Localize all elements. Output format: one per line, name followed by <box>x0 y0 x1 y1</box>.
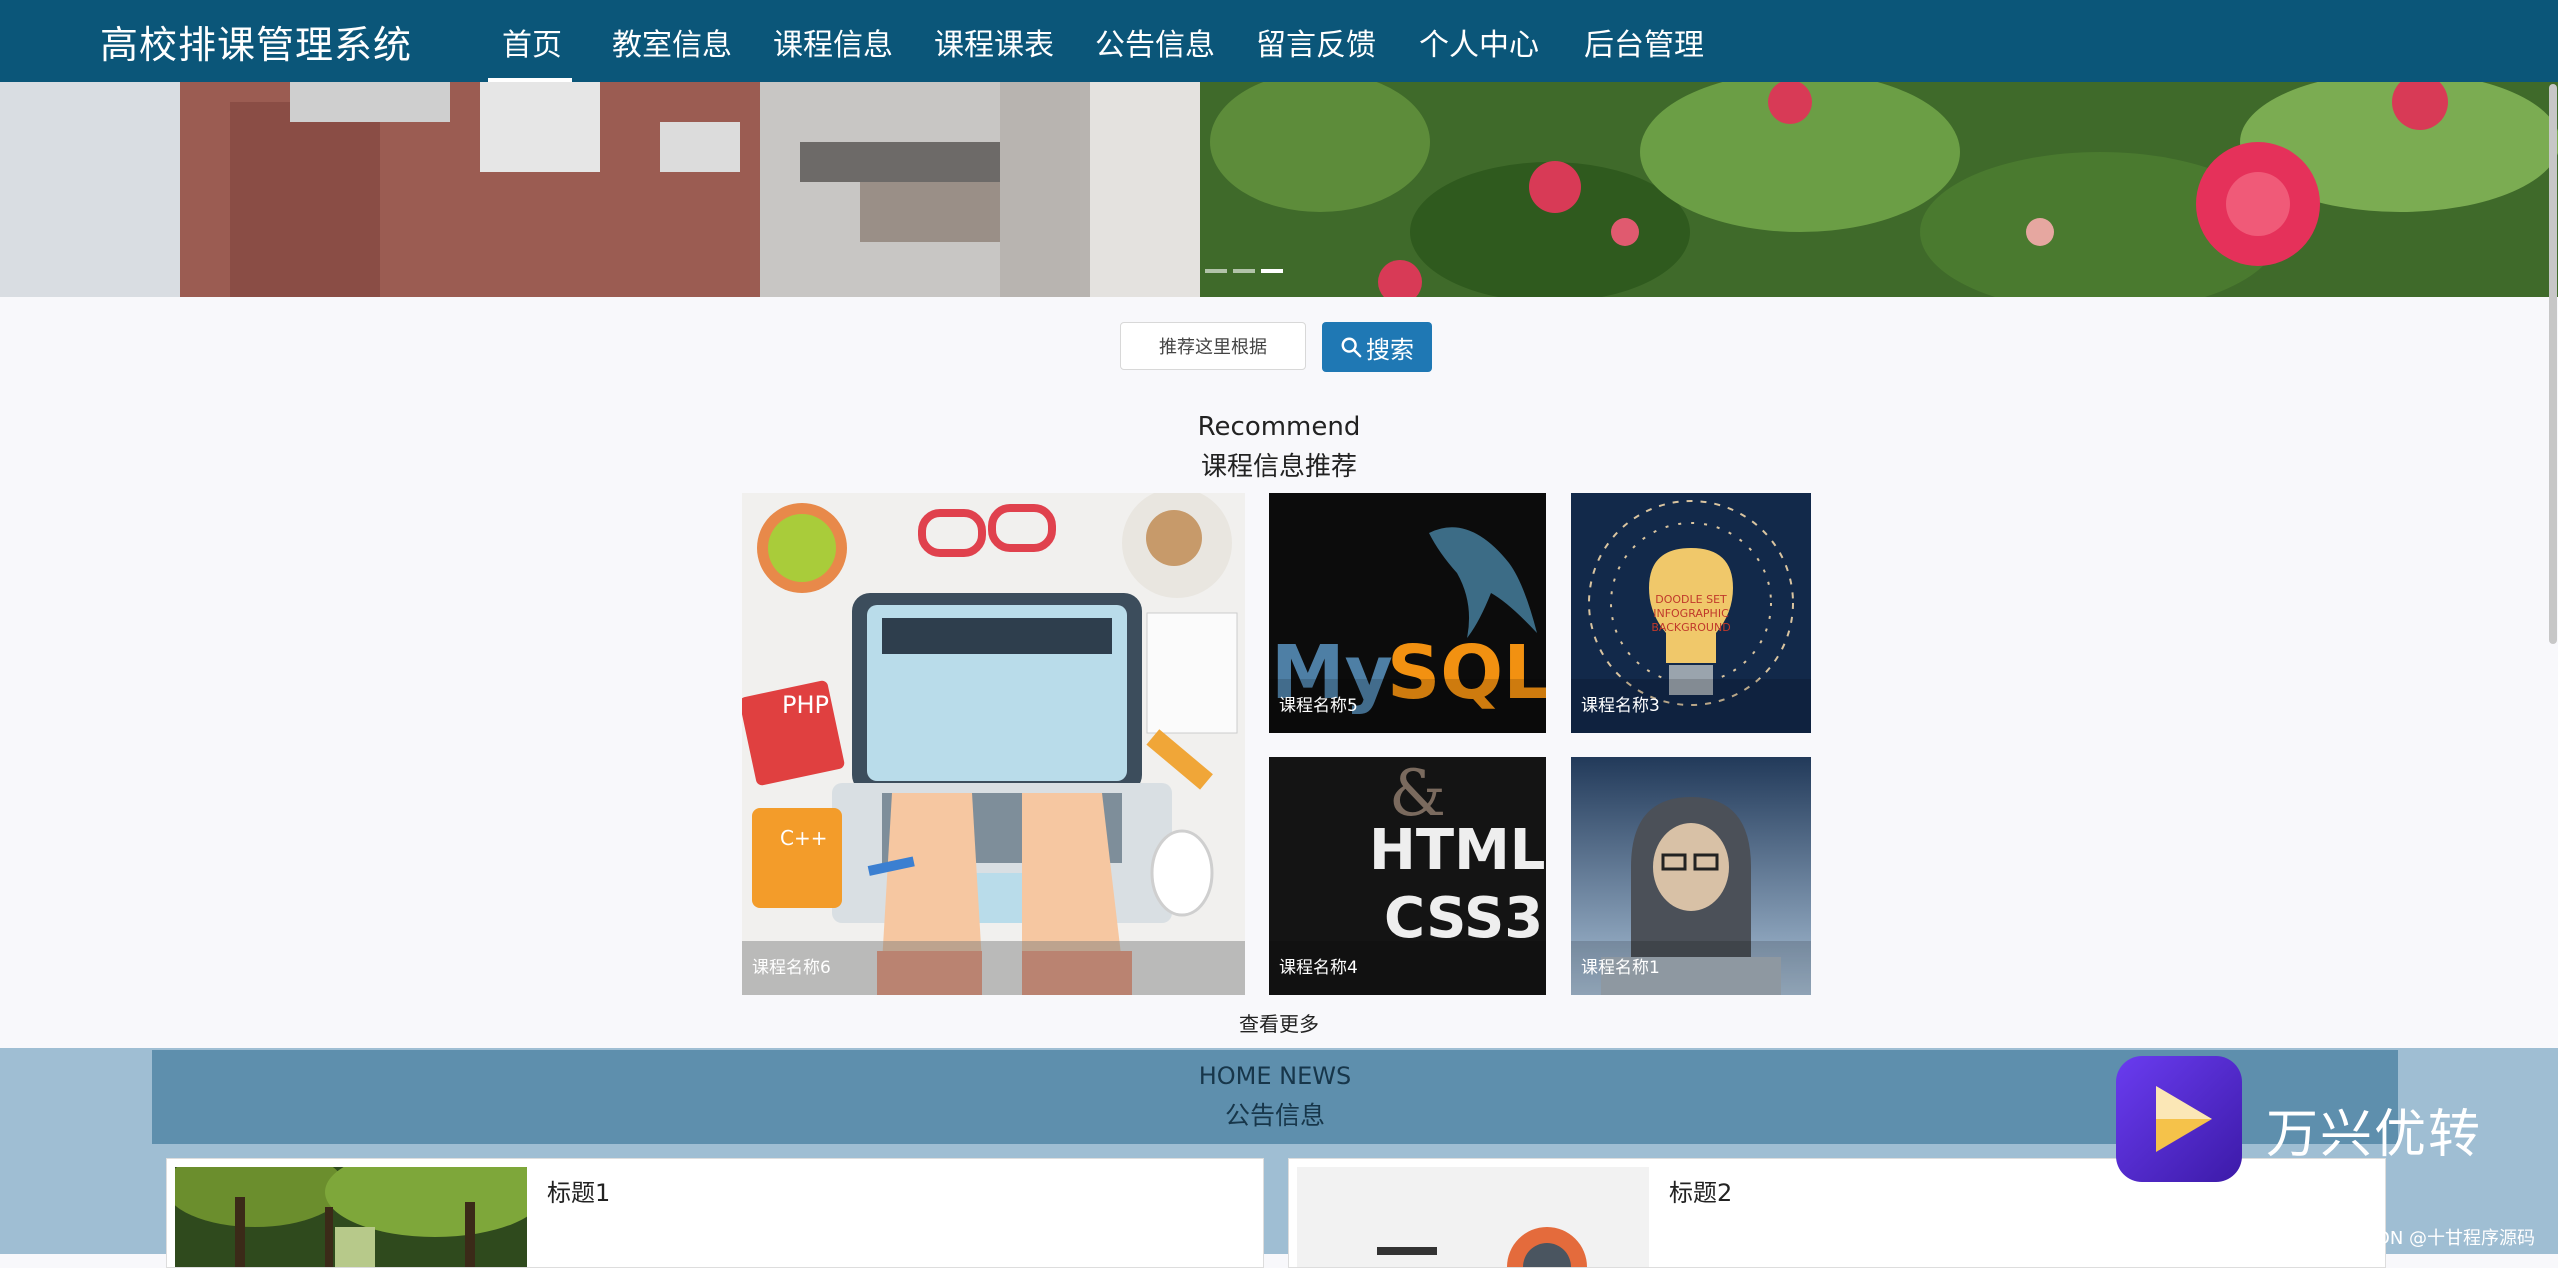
watermark-logo <box>2116 1056 2242 1182</box>
course-card-label: 课程名称3 <box>1571 679 1811 733</box>
news-title-cn: 公告信息 <box>1224 1101 1325 1130</box>
search-button-label: 搜索 <box>1366 335 1414 364</box>
carousel-dot[interactable] <box>1205 269 1227 273</box>
hero-banner[interactable] <box>0 82 2558 297</box>
nav-item-home[interactable]: 首页 <box>502 20 562 64</box>
site-title[interactable]: 高校排课管理系统 <box>100 14 412 69</box>
news-thumbnail <box>1297 1167 1649 1267</box>
course-card[interactable]: DOODLE SET INFOGRAPHIC BACKGROUND 课程名称3 <box>1571 493 1811 733</box>
course-card-label: 课程名称6 <box>742 941 1245 995</box>
nav-item-courses[interactable]: 课程信息 <box>773 20 893 64</box>
svg-text:INFOGRAPHIC: INFOGRAPHIC <box>1653 607 1729 620</box>
search-button[interactable]: 搜索 <box>1322 322 1432 372</box>
svg-text:HTML5: HTML5 <box>1369 818 1546 883</box>
svg-text:DOODLE SET: DOODLE SET <box>1655 593 1727 606</box>
news-card-title[interactable]: 标题1 <box>547 1173 610 1208</box>
top-navbar: 高校排课管理系统 首页 教室信息 课程信息 课程课表 公告信息 留言反馈 个人中… <box>0 0 2558 82</box>
nav-item-profile[interactable]: 个人中心 <box>1419 20 1539 64</box>
nav-item-feedback[interactable]: 留言反馈 <box>1256 20 1376 64</box>
play-icon <box>2156 1086 2212 1152</box>
nav-item-notices[interactable]: 公告信息 <box>1095 20 1215 64</box>
svg-text:PHP: PHP <box>782 691 829 719</box>
watermark-credit: CSDN @十甘程序源码 <box>2352 1228 2536 1249</box>
carousel-dot[interactable] <box>1233 269 1255 273</box>
course-card[interactable]: 课程名称1 <box>1571 757 1811 995</box>
news-title-en: HOME NEWS <box>1198 1062 1352 1090</box>
watermark-brand: 万兴优转 <box>2266 1105 2483 1165</box>
news-card-title[interactable]: 标题2 <box>1669 1173 1732 1208</box>
view-more-link[interactable]: 查看更多 <box>0 1008 2558 1037</box>
course-card-label: 课程名称4 <box>1269 941 1546 995</box>
search-input[interactable] <box>1120 322 1306 370</box>
course-card-label: 课程名称5 <box>1269 679 1546 733</box>
course-card[interactable]: My SQL 课程名称5 <box>1269 493 1546 733</box>
nav-item-admin[interactable]: 后台管理 <box>1584 20 1704 64</box>
recommend-title-en: Recommend <box>1197 412 1361 442</box>
recommend-title-cn: 课程信息推荐 <box>1200 452 1357 482</box>
news-card[interactable]: 标题1 <box>166 1158 1264 1268</box>
carousel-dot-active[interactable] <box>1261 269 1283 273</box>
course-card-label: 课程名称1 <box>1571 941 1811 995</box>
svg-text:C++: C++ <box>780 826 827 850</box>
news-thumbnail <box>175 1167 527 1267</box>
course-card[interactable]: & HTML5 CSS3 课程名称4 <box>1269 757 1546 995</box>
search-icon <box>1341 337 1362 358</box>
svg-text:BACKGROUND: BACKGROUND <box>1651 621 1730 634</box>
nav-item-timetable[interactable]: 课程课表 <box>934 20 1054 64</box>
course-card-large[interactable]: PHP C++ 课程名称6 <box>742 493 1245 995</box>
nav-item-classrooms[interactable]: 教室信息 <box>612 20 732 64</box>
laptop-illustration-image: PHP C++ <box>742 493 1245 995</box>
page-scrollbar[interactable] <box>2549 84 2557 644</box>
carousel-dots <box>1205 258 1289 277</box>
